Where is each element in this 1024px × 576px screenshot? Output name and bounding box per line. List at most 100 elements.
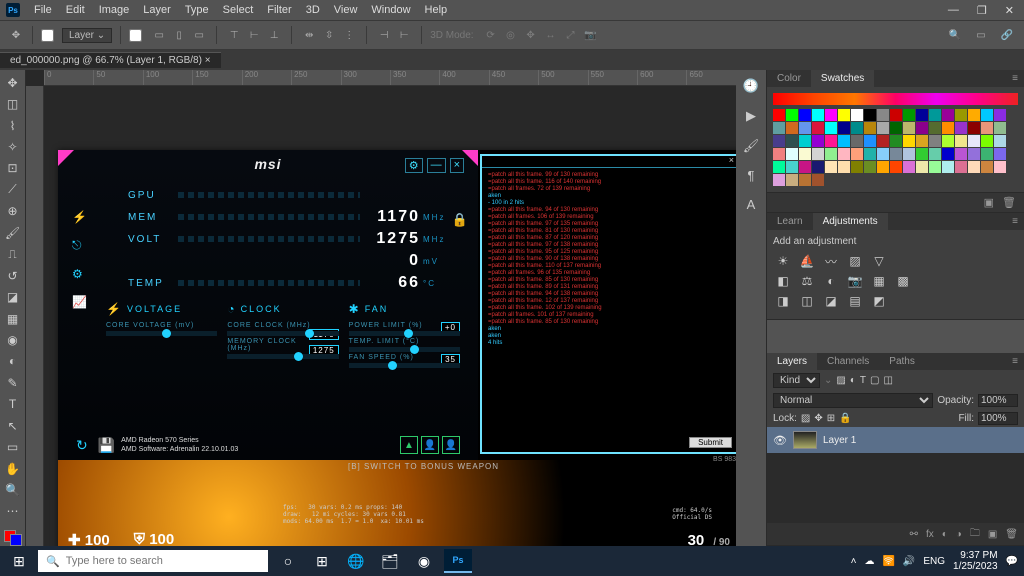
delete-swatch-icon[interactable]: 🗑 bbox=[1002, 196, 1016, 209]
menu-filter[interactable]: Filter bbox=[261, 2, 297, 18]
swatch[interactable] bbox=[825, 135, 837, 147]
tray-network-icon[interactable]: 🛜 bbox=[882, 556, 894, 567]
filter-smart-icon[interactable]: ◫ bbox=[883, 375, 892, 386]
swatch[interactable] bbox=[812, 109, 824, 121]
swatch[interactable] bbox=[838, 122, 850, 134]
swatch[interactable] bbox=[916, 161, 928, 173]
filter-shape-icon[interactable]: ▢ bbox=[870, 375, 879, 386]
tray-lang[interactable]: ENG bbox=[923, 556, 945, 567]
curves-icon[interactable]: 〰 bbox=[823, 253, 839, 269]
swatch[interactable] bbox=[903, 148, 915, 160]
align-center-h-icon[interactable]: ▯ bbox=[170, 26, 188, 44]
msi-minimize-icon[interactable]: — bbox=[427, 158, 446, 173]
taskbar-search[interactable]: 🔍 Type here to search bbox=[38, 550, 268, 572]
layer-thumbnail[interactable] bbox=[793, 431, 817, 449]
swatch[interactable] bbox=[981, 148, 993, 160]
canvas[interactable]: msi ⚙ — × 🔒 ⚡ ⎋ ⚙ 📈 GPU MEM1170MHz VOLT1… bbox=[58, 150, 736, 546]
crop-tool-icon[interactable]: ⊡ bbox=[3, 160, 23, 177]
levels-icon[interactable]: ⛵ bbox=[799, 253, 815, 269]
vibrance-icon[interactable]: ▽ bbox=[871, 253, 887, 269]
gradient-map-icon[interactable]: ▤ bbox=[847, 293, 863, 309]
swatch[interactable] bbox=[929, 135, 941, 147]
task-obs-icon[interactable]: ◉ bbox=[410, 549, 438, 573]
selective-icon[interactable]: ◩ bbox=[871, 293, 887, 309]
workspace-icon[interactable]: ▭ bbox=[972, 26, 990, 44]
auto-select-dropdown[interactable]: Layer ⌄ bbox=[62, 28, 112, 43]
swatch[interactable] bbox=[812, 148, 824, 160]
move-tool-icon[interactable]: ✥ bbox=[3, 74, 23, 91]
lock-icon[interactable]: 🔒 bbox=[452, 212, 468, 228]
filter-type-icon[interactable]: T bbox=[860, 375, 866, 386]
character-panel-icon[interactable]: A bbox=[747, 197, 756, 212]
swatch[interactable] bbox=[812, 174, 824, 186]
swatch[interactable] bbox=[929, 161, 941, 173]
swatch[interactable] bbox=[864, 122, 876, 134]
task-photoshop-icon[interactable]: Ps bbox=[444, 549, 472, 573]
new-group-icon[interactable]: 🗀 bbox=[970, 526, 980, 543]
taskbar-clock[interactable]: 9:37 PM1/25/2023 bbox=[953, 550, 998, 572]
tab-learn[interactable]: Learn bbox=[767, 213, 813, 230]
tab-adjustments[interactable]: Adjustments bbox=[813, 213, 888, 230]
oc-icon[interactable]: ⎋ bbox=[72, 238, 87, 253]
menu-select[interactable]: Select bbox=[217, 2, 260, 18]
search-icon[interactable]: 🔍 bbox=[946, 26, 964, 44]
layer-name[interactable]: Layer 1 bbox=[823, 435, 856, 446]
swatch[interactable] bbox=[942, 109, 954, 121]
fill-input[interactable] bbox=[978, 412, 1018, 425]
swatch[interactable] bbox=[877, 148, 889, 160]
swatch[interactable] bbox=[890, 122, 902, 134]
swatch[interactable] bbox=[929, 109, 941, 121]
swatch[interactable] bbox=[864, 109, 876, 121]
task-chrome-icon[interactable]: 🌐 bbox=[342, 549, 370, 573]
align-left-icon[interactable]: ▭ bbox=[150, 26, 168, 44]
gradient-tool-icon[interactable]: ▦ bbox=[3, 310, 23, 327]
swatch[interactable] bbox=[877, 161, 889, 173]
swatch[interactable] bbox=[825, 161, 837, 173]
swatch[interactable] bbox=[799, 109, 811, 121]
filter-adj-icon[interactable]: ◐ bbox=[850, 375, 856, 386]
swatch[interactable] bbox=[981, 135, 993, 147]
ruler-horizontal[interactable]: 050100150200250300350400450500550600650 bbox=[44, 70, 736, 86]
dodge-tool-icon[interactable]: ◐ bbox=[3, 353, 23, 370]
swatch[interactable] bbox=[773, 109, 785, 121]
swatches-grid[interactable] bbox=[773, 109, 1018, 186]
swatch[interactable] bbox=[968, 122, 980, 134]
memory-clock-slider[interactable] bbox=[227, 354, 338, 359]
menu-window[interactable]: Window bbox=[365, 2, 416, 18]
swatch[interactable] bbox=[916, 122, 928, 134]
eraser-tool-icon[interactable]: ◪ bbox=[3, 288, 23, 305]
task-view-icon[interactable]: ⊞ bbox=[308, 549, 336, 573]
panel-menu-icon[interactable]: ≡ bbox=[1006, 353, 1024, 370]
swatch[interactable] bbox=[942, 135, 954, 147]
save-icon[interactable]: 💾 bbox=[98, 437, 115, 454]
swatch[interactable] bbox=[903, 109, 915, 121]
swatch[interactable] bbox=[916, 148, 928, 160]
notifications-icon[interactable]: 💬 bbox=[1006, 556, 1018, 567]
swatch[interactable] bbox=[955, 161, 967, 173]
swatch[interactable] bbox=[773, 122, 785, 134]
swatch[interactable] bbox=[929, 122, 941, 134]
distribute-h-icon[interactable]: ⇹ bbox=[300, 26, 318, 44]
swatch[interactable] bbox=[773, 174, 785, 186]
hand-tool-icon[interactable]: ✋ bbox=[3, 460, 23, 477]
pen-tool-icon[interactable]: ✎ bbox=[3, 374, 23, 391]
swatch[interactable] bbox=[812, 122, 824, 134]
swatch[interactable] bbox=[968, 135, 980, 147]
wand-tool-icon[interactable]: ✧ bbox=[3, 138, 23, 155]
msi-close-icon[interactable]: × bbox=[450, 158, 464, 173]
layer-fx-icon[interactable]: fx bbox=[926, 529, 934, 540]
swatch[interactable] bbox=[838, 148, 850, 160]
edit-toolbar-icon[interactable]: ⋯ bbox=[3, 503, 23, 520]
auto-select-checkbox[interactable] bbox=[41, 29, 54, 42]
menu-layer[interactable]: Layer bbox=[137, 2, 177, 18]
lock-artboard-icon[interactable]: ⊞ bbox=[827, 413, 835, 424]
swatch[interactable] bbox=[877, 109, 889, 121]
link-layers-icon[interactable]: ⚯ bbox=[910, 529, 918, 540]
stamp-tool-icon[interactable]: ⎍ bbox=[3, 246, 23, 263]
swatch[interactable] bbox=[773, 135, 785, 147]
swatch[interactable] bbox=[851, 122, 863, 134]
lock-position-icon[interactable]: ✥ bbox=[814, 413, 822, 424]
document-tab[interactable]: ed_000000.png @ 66.7% (Layer 1, RGB/8) × bbox=[0, 52, 221, 68]
colbal-icon[interactable]: ⚖ bbox=[799, 273, 815, 289]
close-icon[interactable]: ✕ bbox=[1001, 4, 1018, 17]
